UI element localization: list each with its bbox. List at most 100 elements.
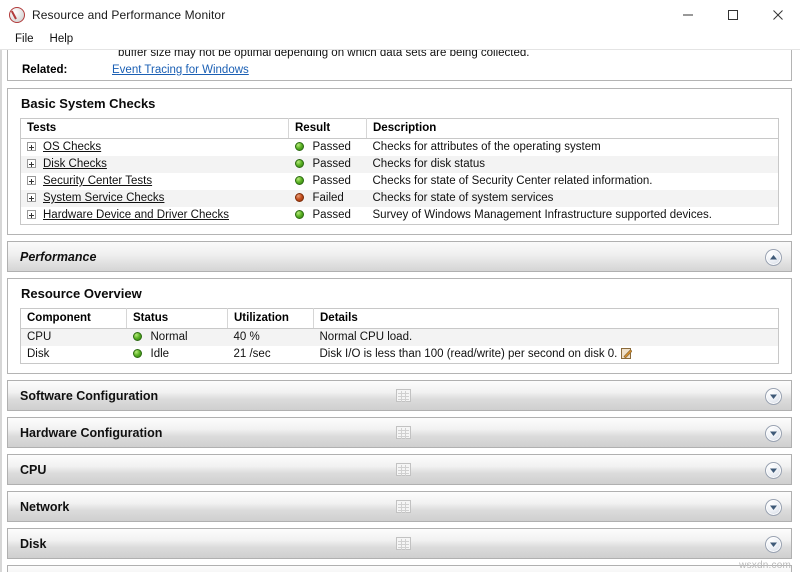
maximize-button[interactable] (710, 0, 755, 30)
test-link[interactable]: OS Checks (43, 141, 101, 153)
section-label-hardware-configuration: Hardware Configuration (8, 426, 162, 440)
resource-overview-panel: Resource Overview Component Status Utili… (7, 278, 792, 374)
table-row[interactable]: Security Center Tests Passed Checks for … (21, 173, 779, 190)
column-header-utilization: Utilization (228, 309, 314, 329)
section-label-performance: Performance (8, 250, 96, 264)
menu-bar: File Help (0, 30, 800, 50)
gauge-icon (9, 7, 25, 23)
cell-result: Passed (289, 173, 367, 190)
expand-down-icon[interactable] (765, 462, 782, 479)
resource-overview-title: Resource Overview (8, 279, 791, 308)
cell-test: Disk Checks (21, 156, 289, 173)
cell-component: CPU (21, 329, 127, 347)
expand-down-icon[interactable] (765, 536, 782, 553)
related-link-event-tracing[interactable]: Event Tracing for Windows (112, 64, 249, 76)
expand-down-icon[interactable] (765, 499, 782, 516)
table-icon (396, 389, 411, 402)
related-label: Related: (8, 64, 112, 76)
expander-icon[interactable] (27, 210, 36, 219)
table-row[interactable]: CPU Normal 40 % Normal CPU load. (21, 329, 779, 347)
table-icon (396, 463, 411, 476)
cell-utilization: 21 /sec (228, 346, 314, 364)
cell-test: Security Center Tests (21, 173, 289, 190)
minimize-button[interactable] (665, 0, 710, 30)
column-header-component: Component (21, 309, 127, 329)
section-bar-performance[interactable]: Performance (7, 241, 792, 272)
section-bar-report-statistics[interactable]: Report Statistics (7, 565, 792, 572)
diagnostic-results-panel: buffer size may not be optimal depending… (7, 50, 792, 81)
basic-system-checks-panel: Basic System Checks Tests Result Descrip… (7, 88, 792, 235)
test-link[interactable]: System Service Checks (43, 192, 164, 204)
menu-item-help[interactable]: Help (43, 31, 83, 48)
table-icon (396, 500, 411, 513)
menu-item-file[interactable]: File (8, 31, 43, 48)
status-label: Normal (151, 331, 188, 343)
status-dot-green-icon (133, 349, 142, 358)
close-button[interactable] (755, 0, 800, 30)
related-row: Related: Event Tracing for Windows (8, 64, 791, 76)
column-header-status: Status (127, 309, 228, 329)
section-bar-hardware-configuration[interactable]: Hardware Configuration (7, 417, 792, 448)
cell-test: Hardware Device and Driver Checks (21, 207, 289, 225)
table-icon (396, 537, 411, 550)
column-header-details: Details (314, 309, 779, 329)
table-row[interactable]: Disk Idle 21 /sec Disk I/O is less than … (21, 346, 779, 364)
expand-down-icon[interactable] (765, 425, 782, 442)
window-controls (665, 0, 800, 30)
status-dot-red-icon (295, 193, 304, 202)
cell-status: Normal (127, 329, 228, 347)
cell-test: OS Checks (21, 139, 289, 157)
cell-test: System Service Checks (21, 190, 289, 207)
cell-utilization: 40 % (228, 329, 314, 347)
status-dot-green-icon (295, 142, 304, 151)
test-link[interactable]: Security Center Tests (43, 175, 152, 187)
cell-result: Passed (289, 156, 367, 173)
expander-icon[interactable] (27, 159, 36, 168)
collapse-up-icon[interactable] (765, 249, 782, 266)
column-header-result: Result (289, 119, 367, 139)
table-icon (396, 426, 411, 439)
table-row[interactable]: Hardware Device and Driver Checks Passed… (21, 207, 779, 225)
cell-description: Checks for state of Security Center rela… (367, 173, 779, 190)
column-header-description: Description (367, 119, 779, 139)
cell-component: Disk (21, 346, 127, 364)
expander-icon[interactable] (27, 142, 36, 151)
table-row[interactable]: System Service Checks Failed Checks for … (21, 190, 779, 207)
section-bar-network[interactable]: Network (7, 491, 792, 522)
basic-system-checks-title: Basic System Checks (8, 89, 791, 118)
cell-description: Survey of Windows Management Infrastruct… (367, 207, 779, 225)
expand-down-icon[interactable] (765, 388, 782, 405)
resource-overview-table: Component Status Utilization Details CPU… (20, 308, 779, 364)
details-text: Disk I/O is less than 100 (read/write) p… (320, 348, 618, 360)
status-dot-green-icon (295, 159, 304, 168)
cell-description: Checks for attributes of the operating s… (367, 139, 779, 157)
test-link[interactable]: Disk Checks (43, 158, 107, 170)
status-dot-green-icon (295, 210, 304, 219)
result-label: Passed (313, 158, 351, 170)
section-bar-disk[interactable]: Disk (7, 528, 792, 559)
cell-result: Failed (289, 190, 367, 207)
result-label: Failed (313, 192, 344, 204)
result-label: Passed (313, 175, 351, 187)
section-label-disk: Disk (8, 537, 46, 551)
section-bar-software-configuration[interactable]: Software Configuration (7, 380, 792, 411)
cell-result: Passed (289, 207, 367, 225)
result-label: Passed (313, 141, 351, 153)
expander-icon[interactable] (27, 176, 36, 185)
result-label: Passed (313, 209, 351, 221)
note-edit-icon[interactable] (621, 348, 632, 359)
table-row[interactable]: Disk Checks Passed Checks for disk statu… (21, 156, 779, 173)
column-header-tests: Tests (21, 119, 289, 139)
title-bar: Resource and Performance Monitor (0, 0, 800, 30)
expander-icon[interactable] (27, 193, 36, 202)
cell-result: Passed (289, 139, 367, 157)
section-bar-cpu[interactable]: CPU (7, 454, 792, 485)
status-label: Idle (151, 348, 170, 360)
cell-status: Idle (127, 346, 228, 364)
table-row[interactable]: OS Checks Passed Checks for attributes o… (21, 139, 779, 157)
cell-description: Checks for state of system services (367, 190, 779, 207)
window-title: Resource and Performance Monitor (32, 8, 225, 22)
truncated-warning-text: buffer size may not be optimal depending… (118, 50, 530, 59)
app-window: Resource and Performance Monitor File He… (0, 0, 800, 572)
test-link[interactable]: Hardware Device and Driver Checks (43, 209, 229, 221)
